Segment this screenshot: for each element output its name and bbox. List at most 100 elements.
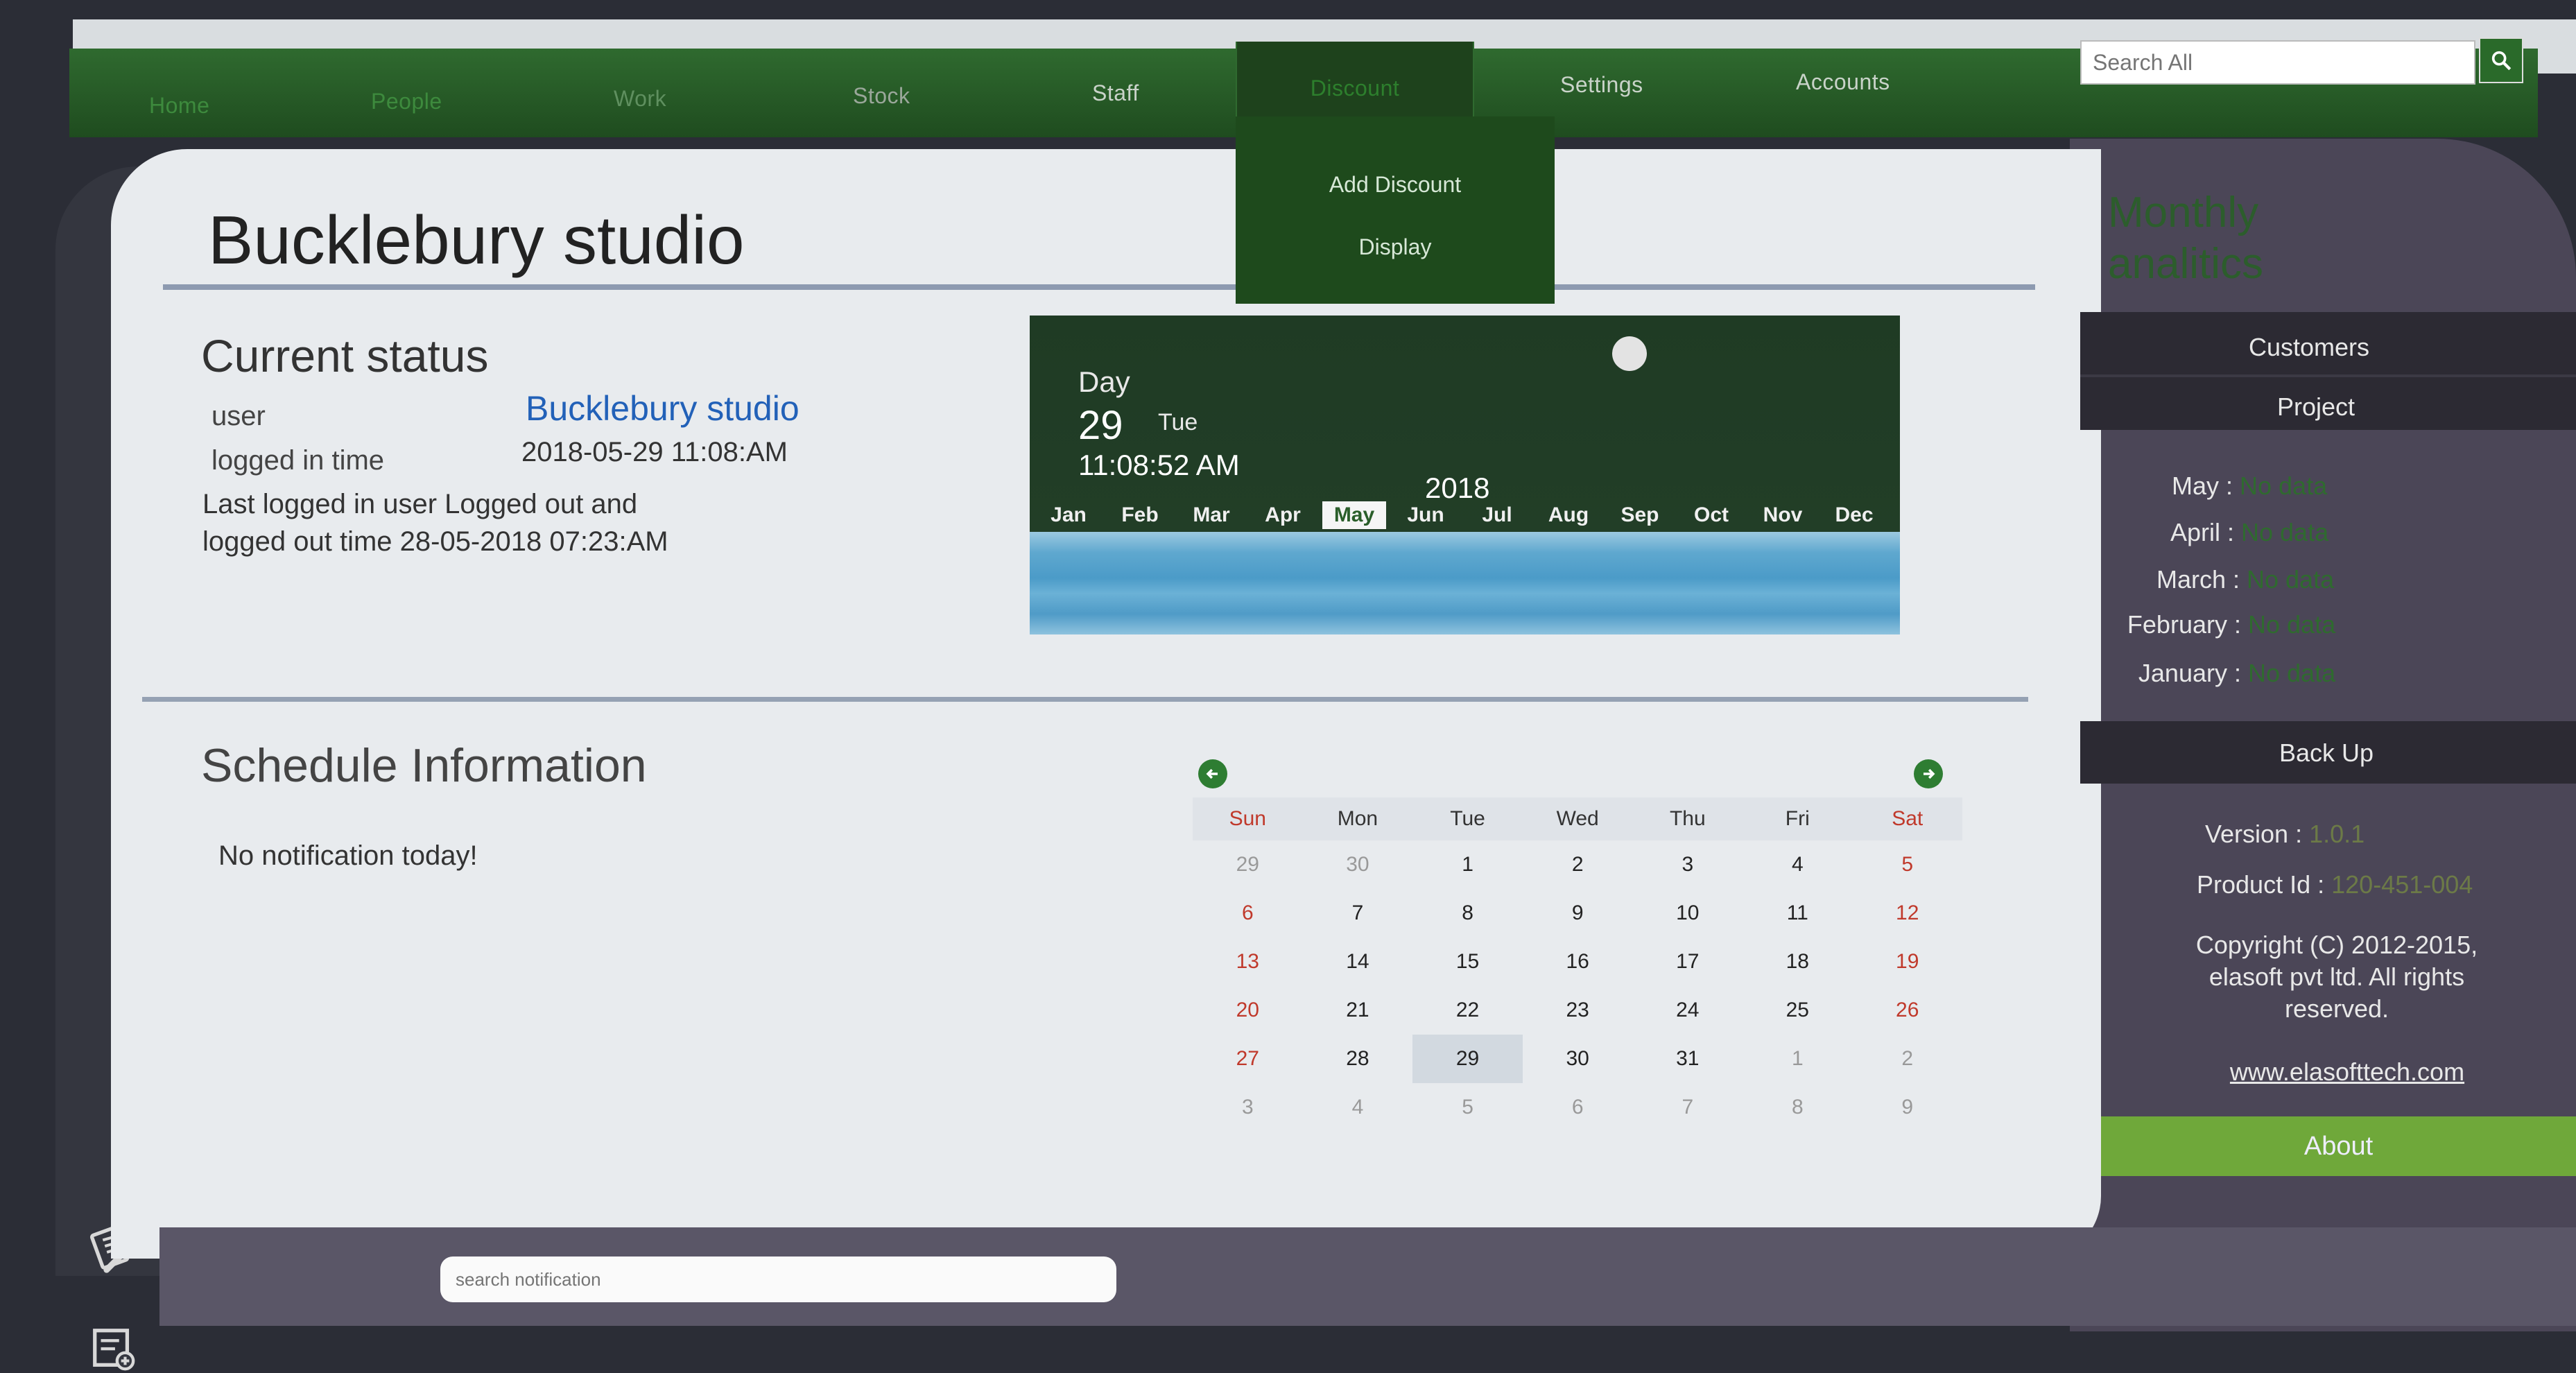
calendar-day[interactable]: 10: [1633, 889, 1743, 938]
month-label: February :: [2127, 610, 2241, 639]
nav-home[interactable]: Home: [149, 61, 209, 150]
band-separator: [2080, 374, 2576, 377]
calendar-day[interactable]: 1: [1412, 840, 1523, 889]
nav-work[interactable]: Work: [614, 54, 666, 143]
menu-item-display[interactable]: Display: [1236, 234, 1555, 260]
calendar-day[interactable]: 14: [1303, 938, 1413, 986]
calendar-day[interactable]: 3: [1193, 1083, 1303, 1132]
website-link[interactable]: www.elasofttech.com: [2198, 1057, 2496, 1087]
calendar-day[interactable]: 5: [1412, 1083, 1523, 1132]
month-tab[interactable]: Feb: [1108, 501, 1172, 529]
month-tab[interactable]: Dec: [1822, 501, 1886, 529]
calendar-day[interactable]: 13: [1193, 938, 1303, 986]
search-all-field[interactable]: [2080, 40, 2475, 85]
month-tab[interactable]: May: [1322, 501, 1386, 529]
calendar-day[interactable]: 21: [1303, 986, 1413, 1035]
month-tab[interactable]: Apr: [1251, 501, 1315, 529]
calendar-grid: Sun Mon Tue Wed Thu Fri Sat 29 30 1 2 3 4 5 6 7 8 9 10 11 1…: [1193, 797, 1962, 1132]
month-label: March :: [2156, 565, 2240, 594]
calendar-day[interactable]: 5: [1852, 840, 1962, 889]
calendar-day[interactable]: 28: [1303, 1035, 1413, 1083]
calendar-day[interactable]: 7: [1303, 889, 1413, 938]
month-tab[interactable]: Nov: [1751, 501, 1815, 529]
clock-widget: Day 29 Tue 11:08:52 AM 2018 Jan Feb Mar Apr…: [1030, 316, 1900, 634]
month-label: April :: [2170, 518, 2234, 546]
calendar-day[interactable]: 15: [1412, 938, 1523, 986]
calendar-day[interactable]: 11: [1743, 889, 1852, 938]
analytics-month-row: February : No data: [2061, 610, 2359, 639]
search-all-input[interactable]: [2082, 49, 2427, 76]
calendar-day[interactable]: 26: [1852, 986, 1962, 1035]
calendar-day[interactable]: 17: [1633, 938, 1743, 986]
calendar-day[interactable]: 3: [1633, 840, 1743, 889]
login-time-label: logged in time: [211, 445, 385, 476]
month-tab[interactable]: Jan: [1037, 501, 1100, 529]
weekday-header: Sun: [1193, 797, 1303, 840]
calendar-prev-button[interactable]: [1198, 759, 1227, 788]
calendar-day[interactable]: 23: [1523, 986, 1633, 1035]
calendar-day[interactable]: 12: [1852, 889, 1962, 938]
month-tab[interactable]: Aug: [1537, 501, 1600, 529]
calendar-day[interactable]: 6: [1193, 889, 1303, 938]
calendar-day[interactable]: 2: [1852, 1035, 1962, 1083]
calendar-day[interactable]: 4: [1303, 1083, 1413, 1132]
arrow-right-icon: [1924, 768, 1935, 779]
calendar-day[interactable]: 22: [1412, 986, 1523, 1035]
weekday-header: Mon: [1302, 797, 1413, 840]
month-tab[interactable]: Jul: [1465, 501, 1529, 529]
calendar-day[interactable]: 9: [1852, 1083, 1962, 1132]
clock-day-number: 29: [1078, 403, 1123, 448]
calendar-day[interactable]: 20: [1193, 986, 1303, 1035]
nav-staff[interactable]: Staff: [1092, 49, 1139, 137]
copyright-text: Copyright (C) 2012-2015, elasoft pvt ltd…: [2195, 931, 2478, 1023]
about-button[interactable]: About: [2101, 1116, 2576, 1176]
calendar-day[interactable]: 4: [1743, 840, 1852, 889]
nav-people[interactable]: People: [371, 57, 442, 146]
product-id-value: 120-451-004: [2331, 870, 2473, 899]
month-tab[interactable]: Oct: [1679, 501, 1743, 529]
calendar-day[interactable]: 18: [1743, 938, 1852, 986]
calendar-day[interactable]: 25: [1743, 986, 1852, 1035]
project-tab[interactable]: Project: [2191, 392, 2441, 422]
search-button[interactable]: [2479, 37, 2523, 83]
calendar-day[interactable]: 8: [1412, 889, 1523, 938]
month-tab[interactable]: Mar: [1179, 501, 1243, 529]
month-value: No data: [2240, 472, 2328, 500]
weekday-header: Wed: [1522, 797, 1633, 840]
calendar-day[interactable]: 27: [1193, 1035, 1303, 1083]
analytics-month-row: January : No data: [2061, 659, 2359, 688]
calendar-day[interactable]: 19: [1852, 938, 1962, 986]
month-tab[interactable]: Jun: [1394, 501, 1458, 529]
clock-year: 2018: [1425, 472, 1490, 504]
nav-stock[interactable]: Stock: [853, 51, 910, 140]
calendar-day[interactable]: 29: [1193, 840, 1303, 889]
calendar-day[interactable]: 1: [1743, 1035, 1852, 1083]
list-add-icon[interactable]: [89, 1324, 137, 1373]
calendar-day[interactable]: 8: [1743, 1083, 1852, 1132]
customers-tab[interactable]: Customers: [2184, 333, 2434, 362]
backup-button[interactable]: Back Up: [2184, 739, 2469, 768]
calendar-day[interactable]: 31: [1633, 1035, 1743, 1083]
menu-item-add-discount[interactable]: Add Discount: [1236, 172, 1555, 198]
calendar-day[interactable]: 9: [1523, 889, 1633, 938]
calendar-day[interactable]: 29: [1412, 1035, 1523, 1083]
nav-accounts[interactable]: Accounts: [1796, 37, 1890, 126]
analytics-title: Monthly analitics: [2108, 187, 2263, 290]
version-value: 1.0.1: [2309, 820, 2365, 848]
month-tab[interactable]: Sep: [1608, 501, 1672, 529]
calendar-day[interactable]: 6: [1523, 1083, 1633, 1132]
calendar-day[interactable]: 30: [1303, 840, 1413, 889]
month-value: No data: [2248, 659, 2336, 687]
version-info: Version : 1.0.1: [2205, 820, 2538, 849]
calendar-day[interactable]: 2: [1523, 840, 1633, 889]
search-notification-input[interactable]: [440, 1257, 1116, 1302]
calendar-day[interactable]: 7: [1633, 1083, 1743, 1132]
calendar-day[interactable]: 24: [1633, 986, 1743, 1035]
weekday-header: Thu: [1632, 797, 1743, 840]
calendar-next-button[interactable]: [1914, 759, 1943, 788]
calendar-day[interactable]: 16: [1523, 938, 1633, 986]
login-time-value: 2018-05-29 11:08:AM: [521, 437, 788, 467]
nav-settings[interactable]: Settings: [1560, 40, 1643, 129]
month-value: No data: [2248, 610, 2336, 639]
calendar-day[interactable]: 30: [1523, 1035, 1633, 1083]
